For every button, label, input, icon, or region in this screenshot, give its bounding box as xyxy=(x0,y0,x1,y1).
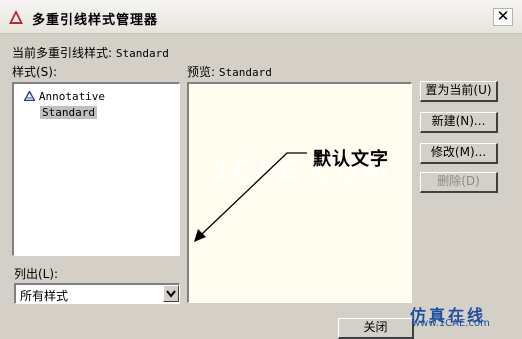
list-item-annotative[interactable]: Annotative xyxy=(23,89,106,103)
styles-listbox[interactable]: Annotative Standard xyxy=(12,82,180,256)
styles-label: 样式(S): xyxy=(12,65,58,79)
preview-label: 预览: xyxy=(187,65,216,79)
close-button[interactable]: 关闭 xyxy=(338,318,414,339)
preview-pane: 1CAE.COM 默认文字 xyxy=(187,82,412,303)
leader-line-graphic xyxy=(194,152,307,242)
autocad-app-icon xyxy=(9,10,23,24)
list-filter-label: 列出(L): xyxy=(14,267,59,281)
preview-style-name: Standard xyxy=(218,66,272,79)
current-style-row: 当前多重引线样式: Standard xyxy=(12,44,169,61)
window-title: 多重引线样式管理器 xyxy=(32,13,159,28)
list-filter-select[interactable]: 所有样式 xyxy=(14,283,180,304)
annotative-icon xyxy=(23,90,36,102)
preview-label-row: 预览: Standard xyxy=(187,63,272,80)
new-button[interactable]: 新建(N)... xyxy=(420,112,498,133)
list-filter-value: 所有样式 xyxy=(20,289,69,303)
close-window-button[interactable]: ✕ xyxy=(493,8,513,26)
current-style-label: 当前多重引线样式: xyxy=(12,46,113,60)
modify-button[interactable]: 修改(M)... xyxy=(420,143,498,164)
dropdown-arrow-button[interactable] xyxy=(163,285,179,302)
list-item-standard[interactable]: Standard xyxy=(40,106,97,119)
current-style-value: Standard xyxy=(115,47,169,60)
title-bar: 多重引线样式管理器 ✕ xyxy=(0,0,522,34)
delete-button[interactable]: 删除(D) xyxy=(420,172,498,193)
set-current-button[interactable]: 置为当前(U) xyxy=(420,81,498,102)
chevron-down-icon xyxy=(166,290,176,298)
watermark-url: www.1CAE.com xyxy=(412,318,490,329)
list-item-label: Annotative xyxy=(38,90,106,103)
preview-leader-text: 默认文字 xyxy=(313,149,389,170)
